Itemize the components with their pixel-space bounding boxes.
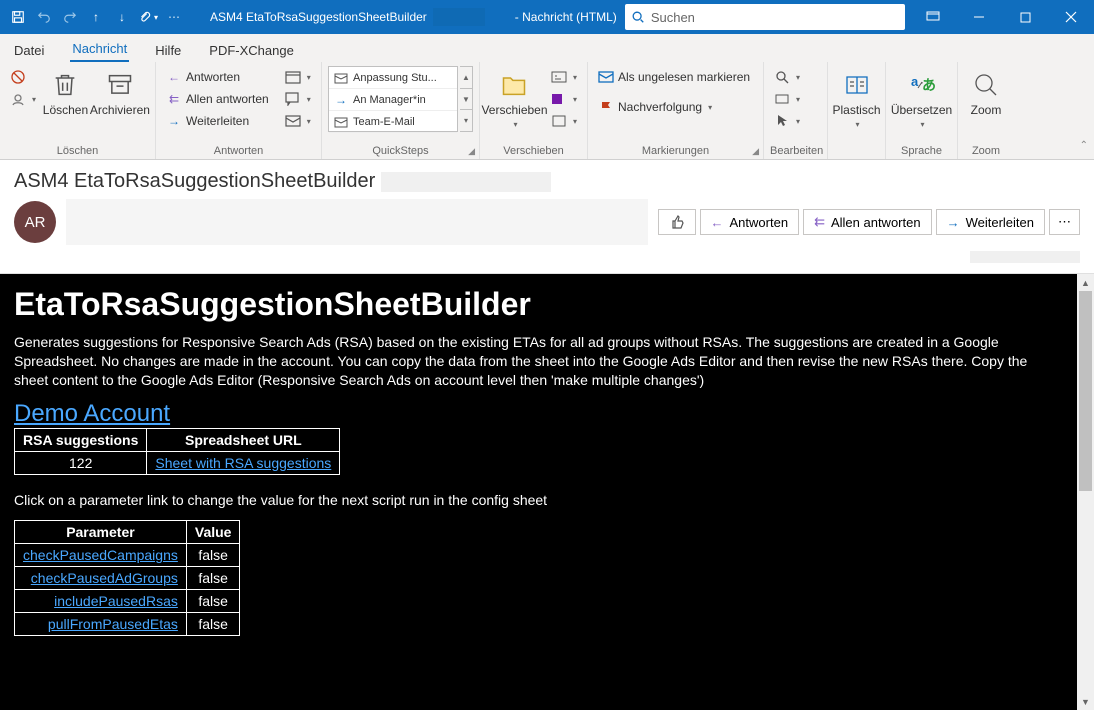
archive-button[interactable]: Archivieren: [91, 66, 149, 119]
group-label-markierungen: Markierungen: [594, 143, 757, 159]
minimize-icon[interactable]: [956, 0, 1002, 34]
reply-button[interactable]: ←Antworten: [162, 66, 273, 88]
translate-button[interactable]: aあ Übersetzen▾: [892, 66, 951, 133]
tab-nachricht[interactable]: Nachricht: [70, 37, 129, 62]
scroll-track[interactable]: [1077, 491, 1094, 693]
junk-dropdown[interactable]: ▾: [6, 88, 40, 110]
immersive-button[interactable]: Plastisch▾: [834, 66, 879, 133]
svg-text:あ: あ: [922, 77, 936, 93]
group-label-bearbeiten: Bearbeiten: [770, 143, 821, 159]
table-row: pullFromPausedEtasfalse: [15, 613, 240, 636]
rules-button[interactable]: ▾: [547, 66, 581, 88]
body-heading: EtaToRsaSuggestionSheetBuilder: [14, 286, 1063, 323]
window-title-right: - Nachricht (HTML): [515, 10, 617, 24]
quickstep-up[interactable]: ▲: [460, 67, 472, 89]
quickstep-3[interactable]: Team-E-Mail: [329, 111, 457, 133]
find-button[interactable]: ▾: [770, 66, 821, 88]
group-label-zoom: Zoom: [964, 143, 1008, 159]
svg-text:a: a: [911, 74, 919, 89]
move-button[interactable]: Verschieben▾: [486, 66, 543, 133]
header-reply-button[interactable]: ←Antworten: [700, 209, 800, 235]
param-link[interactable]: includePausedRsas: [54, 593, 178, 609]
scroll-down-icon[interactable]: ▼: [1077, 693, 1094, 710]
group-label-plastisch: [834, 143, 879, 159]
param-link[interactable]: checkPausedAdGroups: [31, 570, 178, 586]
body-paragraph-1: Generates suggestions for Responsive Sea…: [14, 333, 1063, 390]
tab-hilfe[interactable]: Hilfe: [153, 39, 183, 62]
markierungen-launcher-icon[interactable]: ◢: [752, 146, 759, 157]
related-button[interactable]: ▾: [770, 88, 821, 110]
down-icon[interactable]: ↓: [110, 4, 134, 30]
avatar: AR: [14, 201, 56, 243]
meeting-button[interactable]: ▾: [281, 66, 315, 88]
quickstep-1[interactable]: Anpassung Stu...: [329, 67, 457, 89]
thumbs-up-button[interactable]: [658, 209, 696, 235]
subject-redacted: [381, 172, 551, 192]
quicksteps-launcher-icon[interactable]: ◢: [468, 146, 475, 157]
more-respond-button[interactable]: ▾: [281, 110, 315, 132]
quickstep-more[interactable]: ▾: [460, 110, 472, 131]
group-label-loeschen: Löschen: [6, 143, 149, 159]
onenote-button[interactable]: ▾: [547, 88, 581, 110]
title-redacted: [433, 8, 485, 26]
group-label-verschieben: Verschieben: [486, 143, 581, 159]
qat-overflow-icon[interactable]: ⋯: [162, 4, 186, 30]
message-body: EtaToRsaSuggestionSheetBuilder Generates…: [0, 274, 1077, 710]
scrollbar[interactable]: ▲ ▼: [1077, 274, 1094, 710]
sender-redacted: [66, 199, 648, 245]
group-label-quicksteps: QuickSteps: [328, 143, 473, 159]
select-button[interactable]: ▾: [770, 110, 821, 132]
window-title-left: ASM4 EtaToRsaSuggestionSheetBuilder: [210, 10, 427, 24]
demo-account-link[interactable]: Demo Account: [14, 400, 170, 427]
t1-header-1: RSA suggestions: [15, 429, 147, 452]
collapse-ribbon-icon[interactable]: ⌃: [1080, 140, 1088, 151]
table-row: checkPausedCampaignsfalse: [15, 544, 240, 567]
maximize-icon[interactable]: [1002, 0, 1048, 34]
ribbon-display-icon[interactable]: [910, 0, 956, 34]
im-button[interactable]: ▾: [281, 88, 315, 110]
table-row: checkPausedAdGroupsfalse: [15, 567, 240, 590]
up-icon[interactable]: ↑: [84, 4, 108, 30]
tab-pdf-xchange[interactable]: PDF-XChange: [207, 39, 296, 62]
body-paragraph-2: Click on a parameter link to change the …: [14, 491, 1063, 510]
message-subject: ASM4 EtaToRsaSuggestionSheetBuilder: [14, 170, 375, 193]
header-more-button[interactable]: ⋯: [1049, 209, 1080, 235]
zoom-button[interactable]: Zoom: [964, 66, 1008, 119]
header-forward-button[interactable]: →Weiterleiten: [936, 209, 1045, 235]
delete-button[interactable]: Löschen: [42, 66, 89, 119]
header-reply-all-button[interactable]: ⇇Allen antworten: [803, 209, 932, 235]
attach-icon[interactable]: ▾: [136, 4, 160, 30]
param-link[interactable]: checkPausedCampaigns: [23, 547, 178, 563]
search-box[interactable]: Suchen: [625, 4, 905, 30]
mark-unread-button[interactable]: Als ungelesen markieren: [594, 66, 757, 88]
close-icon[interactable]: [1048, 0, 1094, 34]
table-row: includePausedRsasfalse: [15, 590, 240, 613]
t2-header-2: Value: [186, 521, 240, 544]
t1-cell-count: 122: [15, 452, 147, 475]
scroll-up-icon[interactable]: ▲: [1077, 274, 1094, 291]
junk-button[interactable]: [6, 66, 40, 88]
search-icon: [631, 10, 645, 24]
t2-header-1: Parameter: [15, 521, 187, 544]
reply-all-button[interactable]: ⇇Allen antworten: [162, 88, 273, 110]
undo-icon[interactable]: [32, 4, 56, 30]
forward-button[interactable]: →Weiterleiten: [162, 110, 273, 132]
tab-datei[interactable]: Datei: [12, 39, 46, 62]
save-icon[interactable]: [6, 4, 30, 30]
quickstep-2[interactable]: →An Manager*in: [329, 89, 457, 111]
followup-button[interactable]: Nachverfolgung▾: [594, 96, 757, 118]
group-label-antworten: Antworten: [162, 143, 315, 159]
search-placeholder: Suchen: [651, 10, 695, 25]
group-label-sprache: Sprache: [892, 143, 951, 159]
scroll-thumb[interactable]: [1079, 291, 1092, 491]
param-link[interactable]: pullFromPausedEtas: [48, 616, 178, 632]
date-redacted: [970, 251, 1080, 263]
quickstep-down[interactable]: ▼: [460, 89, 472, 111]
redo-icon[interactable]: [58, 4, 82, 30]
actions-button[interactable]: ▾: [547, 110, 581, 132]
t1-header-2: Spreadsheet URL: [147, 429, 340, 452]
sheet-link[interactable]: Sheet with RSA suggestions: [155, 455, 331, 471]
